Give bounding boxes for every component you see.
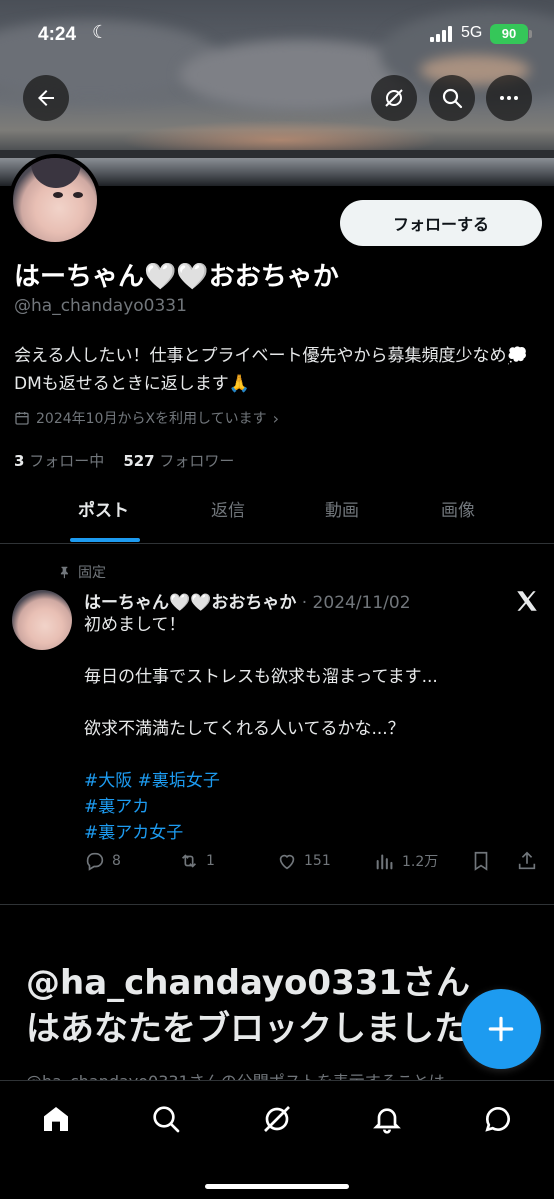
views-chart-icon <box>376 854 393 870</box>
follow-button[interactable]: フォローする <box>340 200 542 246</box>
search-icon <box>153 1106 180 1133</box>
follow-stats: 3 フォロー中 527 フォロワー <box>14 450 234 471</box>
grok-icon <box>385 89 403 107</box>
heart-icon <box>279 854 295 870</box>
more-button[interactable] <box>486 75 532 121</box>
nav-notifications[interactable] <box>367 1099 407 1139</box>
calendar-icon <box>15 412 29 425</box>
post-line: 初めまして！ <box>84 615 186 635</box>
views-count: 1.2万 <box>402 854 439 870</box>
post-line: 欲求不満満たしてくれる人いてるかな...？ <box>84 719 405 739</box>
post-date[interactable]: · 2024/11/02 <box>302 593 411 613</box>
focus-moon-icon: ☾ <box>92 22 109 43</box>
bottom-navigation <box>0 1080 554 1199</box>
home-icon <box>44 1107 68 1131</box>
post-text: 初めまして！ 毎日の仕事でストレスも欲求も溜まってます... 欲求不満満たしてく… <box>84 612 524 846</box>
post-line: 毎日の仕事でストレスも欲求も溜まってます... <box>84 667 438 687</box>
post-header: はーちゃん🤍🤍おおちゃか · 2024/11/02 <box>84 588 411 613</box>
back-button[interactable] <box>23 75 69 121</box>
status-time: 4:24 <box>38 24 77 45</box>
repost-button[interactable]: 1 <box>178 850 215 872</box>
battery-icon: 90 <box>490 24 532 44</box>
followers-link[interactable]: 527 フォロワー <box>123 452 234 470</box>
divider <box>0 904 554 905</box>
chevron-right-icon: › <box>272 408 280 428</box>
like-button[interactable]: 151 <box>276 850 331 872</box>
pinned-indicator: 固定 <box>58 562 106 582</box>
share-icon <box>518 851 536 870</box>
profile-tabs: ポスト 返信 動画 画像 <box>0 488 554 544</box>
plus-icon <box>488 1016 514 1042</box>
message-bubble-icon <box>485 1106 510 1132</box>
repost-count: 1 <box>206 853 215 869</box>
compose-post-button[interactable] <box>461 989 541 1069</box>
following-count: 3 <box>14 452 25 470</box>
nav-home[interactable] <box>36 1099 76 1139</box>
like-count: 151 <box>304 853 331 869</box>
pinned-label: 固定 <box>78 565 106 581</box>
blocked-message-title: @ha_chandayo0331さん はあなたをブロックしました <box>26 960 526 1052</box>
grok-icon <box>264 1106 290 1132</box>
home-indicator <box>205 1184 349 1189</box>
search-icon <box>442 88 463 109</box>
nav-grok[interactable] <box>257 1099 297 1139</box>
repost-icon <box>181 854 197 868</box>
profile-display-name: はーちゃん🤍🤍おおちゃか <box>14 262 339 292</box>
post-line <box>84 690 524 716</box>
tab-images[interactable]: 画像 <box>441 488 475 544</box>
followers-label: フォロワー <box>159 452 235 470</box>
post-actions: 8 1 151 1.2万 <box>84 850 544 878</box>
post-author-name[interactable]: はーちゃん🤍🤍おおちゃか <box>84 593 296 613</box>
join-date-text: 2024年10月からXを利用しています <box>36 411 267 427</box>
pin-icon <box>60 566 68 579</box>
join-date[interactable]: 2024年10月からXを利用しています › <box>14 408 279 428</box>
reply-button[interactable]: 8 <box>84 850 121 872</box>
active-tab-indicator <box>70 538 140 542</box>
more-horizontal-icon <box>500 96 518 100</box>
hashtag-line[interactable]: #裏アカ女子 <box>84 820 524 846</box>
post-line <box>84 742 524 768</box>
profile-bio: 会える人したい！仕事とプライベート優先やから募集頻度少なめ💭DMも返せるときに返… <box>14 346 528 394</box>
reply-count: 8 <box>112 853 121 869</box>
tab-replies[interactable]: 返信 <box>211 488 245 544</box>
network-type: 5G <box>461 24 483 41</box>
nav-search[interactable] <box>146 1099 186 1139</box>
signal-icon <box>430 26 454 42</box>
share-button[interactable] <box>516 850 538 872</box>
following-label: フォロー中 <box>29 452 105 470</box>
nav-messages[interactable] <box>478 1099 518 1139</box>
followers-count: 527 <box>123 452 155 470</box>
post-author-avatar[interactable] <box>12 590 72 650</box>
avatar <box>13 158 97 242</box>
post-line <box>84 638 524 664</box>
status-bar: 4:24 ☾ 5G 90 <box>0 18 554 52</box>
blocked-title-line: はあなたをブロックしました <box>26 1009 468 1049</box>
battery-level: 90 <box>501 26 517 41</box>
search-button[interactable] <box>429 75 475 121</box>
hashtag-line[interactable]: #裏アカ <box>84 794 524 820</box>
bell-icon <box>373 1108 401 1134</box>
x-logo-icon <box>517 591 537 611</box>
views-button[interactable]: 1.2万 <box>374 850 438 872</box>
tab-posts[interactable]: ポスト <box>78 488 129 544</box>
grok-button[interactable] <box>371 75 417 121</box>
profile-avatar[interactable] <box>9 154 101 246</box>
arrow-left-icon <box>38 90 54 106</box>
following-link[interactable]: 3 フォロー中 <box>14 452 104 470</box>
bookmark-icon <box>474 851 488 871</box>
tab-videos[interactable]: 動画 <box>325 488 359 544</box>
profile-handle: @ha_chandayo0331 <box>14 296 187 316</box>
blocked-title-line: @ha_chandayo0331さん <box>26 963 471 1003</box>
hashtag-line[interactable]: #大阪 #裏垢女子 <box>84 768 524 794</box>
reply-icon <box>86 852 104 871</box>
bookmark-button[interactable] <box>470 850 492 872</box>
